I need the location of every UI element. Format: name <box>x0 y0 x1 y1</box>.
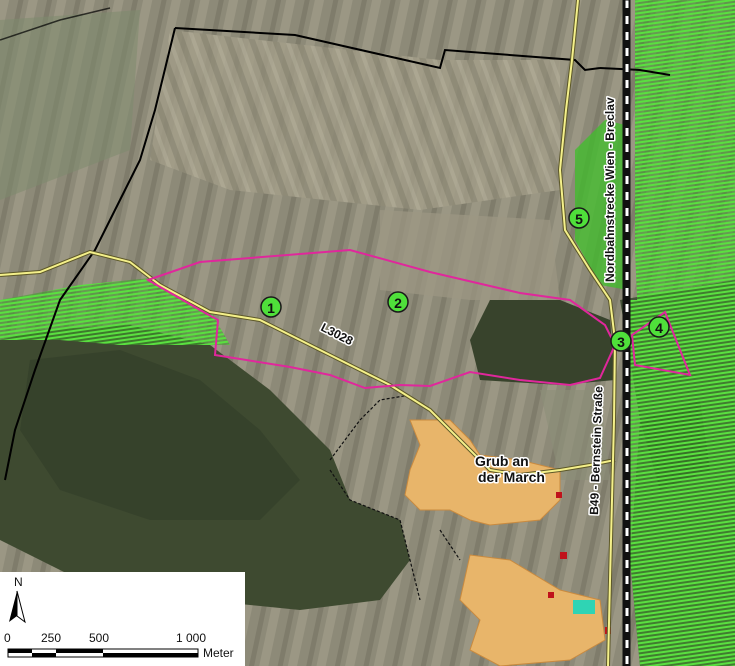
place-label-line1: Grub an <box>475 453 529 469</box>
scale-seg-4 <box>103 653 198 657</box>
svg-text:4: 4 <box>655 320 663 336</box>
site-marker-2[interactable]: 2 <box>387 291 409 313</box>
scale-seg-2 <box>32 653 56 657</box>
site-marker-3[interactable]: 3 <box>610 330 632 352</box>
svg-text:2: 2 <box>394 295 402 311</box>
scale-tick-500: 500 <box>89 631 109 645</box>
svg-text:3: 3 <box>617 334 625 350</box>
site-marker-4[interactable]: 4 <box>648 316 670 338</box>
north-arrow-label: N <box>14 575 23 589</box>
protected-area-east <box>628 0 735 666</box>
building-marker-a <box>560 552 567 559</box>
svg-text:5: 5 <box>575 211 583 227</box>
svg-text:1: 1 <box>267 300 275 316</box>
map-canvas: L3028 B49 - Bernstein Straße Nordbahnstr… <box>0 0 735 666</box>
map-view[interactable]: L3028 B49 - Bernstein Straße Nordbahnstr… <box>0 0 735 666</box>
railway-label: Nordbahnstrecke Wien - Breclav <box>603 97 617 282</box>
scale-tick-250: 250 <box>41 631 61 645</box>
site-marker-1[interactable]: 1 <box>260 296 282 318</box>
site-marker-5[interactable]: 5 <box>568 207 590 229</box>
scale-seg-3 <box>56 649 103 653</box>
place-label-line2: der March <box>478 469 545 485</box>
building-marker-b <box>548 592 554 598</box>
scale-unit: Meter <box>203 646 234 660</box>
field-block-center <box>380 210 560 300</box>
pool <box>573 600 595 614</box>
building-marker-d <box>556 492 562 498</box>
scale-tick-0: 0 <box>4 631 11 645</box>
scale-seg-1 <box>8 649 32 653</box>
scale-tick-1000: 1 000 <box>176 631 206 645</box>
